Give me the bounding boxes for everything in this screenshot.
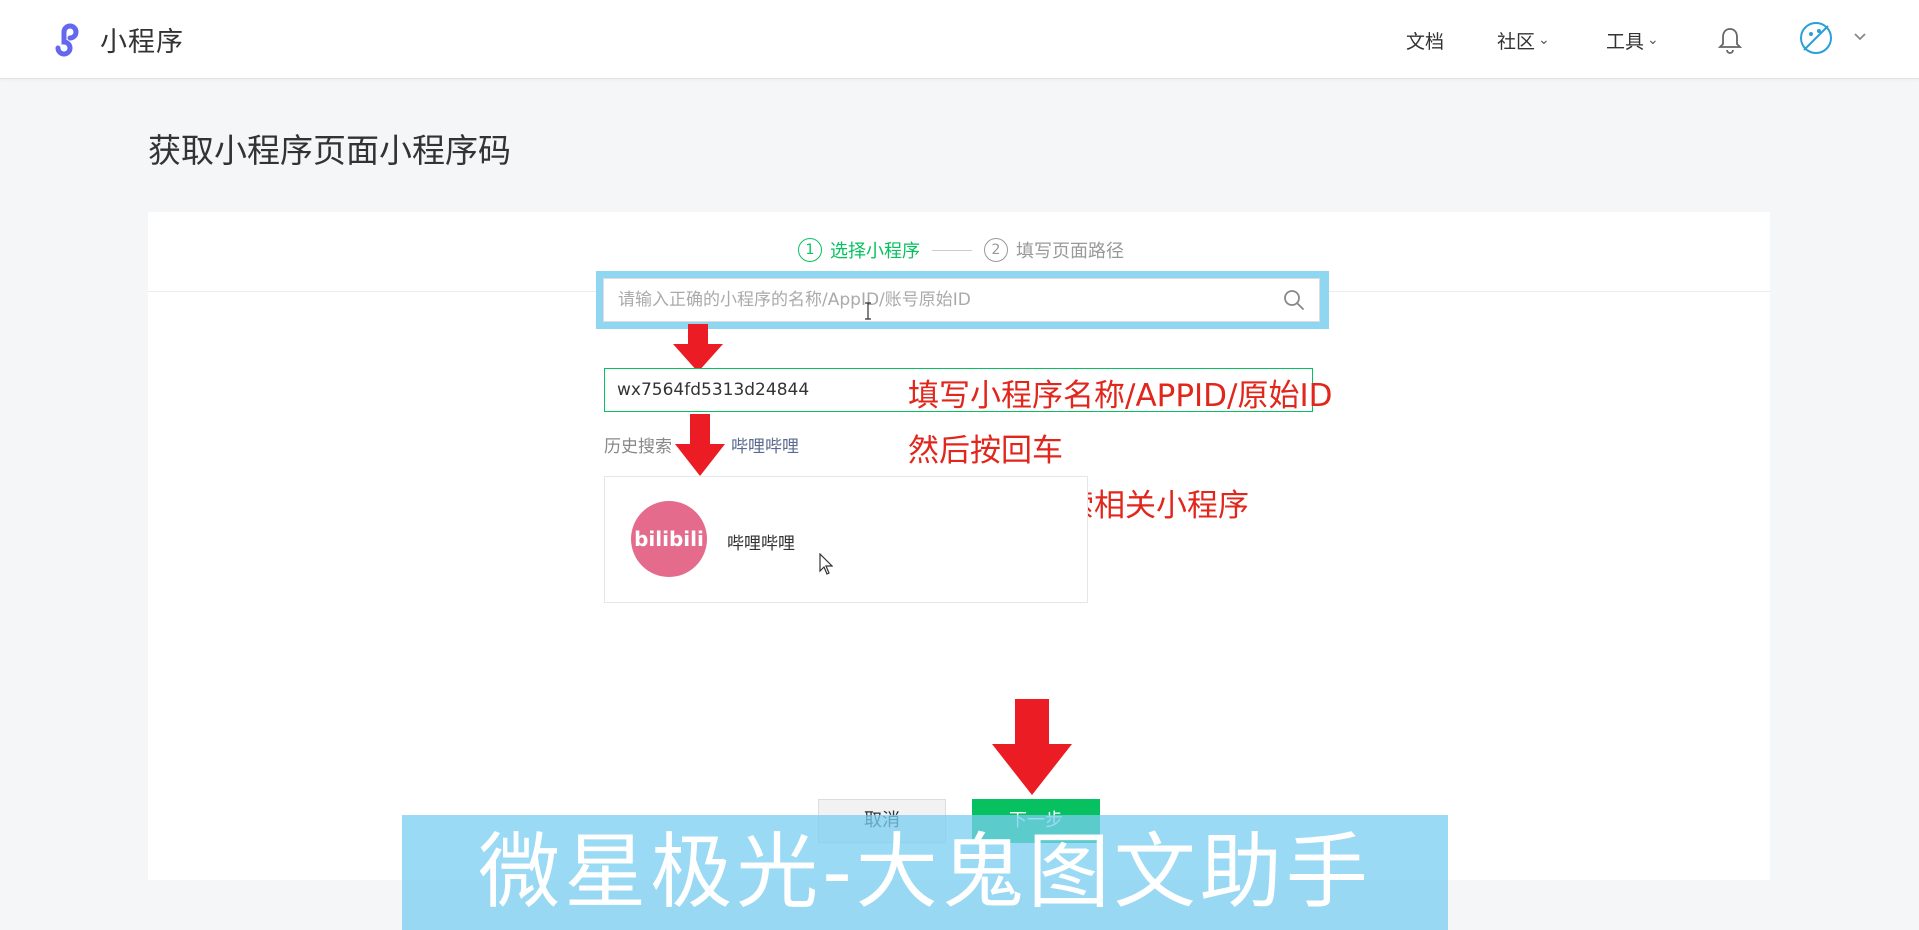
chevron-down-icon: ⌄ xyxy=(1538,32,1550,48)
search-icon[interactable] xyxy=(1283,289,1305,311)
history-item[interactable]: 哔哩哔哩 xyxy=(731,432,799,457)
nav-tools[interactable]: 工具 ⌄ xyxy=(1606,22,1659,58)
step-2-number: 2 xyxy=(984,238,1008,262)
history-label: 历史搜索 xyxy=(604,437,672,457)
bilibili-logo: bilibili xyxy=(631,501,707,577)
miniprogram-logo-icon xyxy=(55,23,79,57)
chevron-down-icon: ⌄ xyxy=(1647,32,1659,48)
step-1: 1 选择小程序 xyxy=(798,237,920,263)
arrow-down-icon xyxy=(673,324,723,372)
logo[interactable]: 小程序 xyxy=(48,18,184,60)
bell-icon[interactable] xyxy=(1717,26,1743,54)
nav-docs[interactable]: 文档 xyxy=(1406,22,1444,58)
annotation-line-2: 然后按回车 xyxy=(908,433,1063,469)
step-1-number: 1 xyxy=(798,238,822,262)
search-result-item[interactable]: bilibili 哔哩哔哩 xyxy=(604,476,1088,603)
arrow-down-icon xyxy=(992,699,1072,795)
step-connector xyxy=(932,249,972,251)
step-1-label: 选择小程序 xyxy=(830,241,920,262)
mouse-cursor-icon xyxy=(819,553,833,575)
step-2: 2 填写页面路径 xyxy=(984,237,1124,263)
page-title: 获取小程序页面小程序码 xyxy=(148,131,511,170)
step-indicator: 1 选择小程序 2 填写页面路径 xyxy=(798,237,1124,263)
search-highlight xyxy=(596,271,1329,329)
nav-community[interactable]: 社区 ⌄ xyxy=(1497,22,1550,58)
search-box[interactable] xyxy=(603,278,1320,322)
top-bar: 小程序 文档 社区 ⌄ 工具 ⌄ xyxy=(0,0,1919,79)
arrow-down-icon xyxy=(675,414,725,476)
text-cursor-icon xyxy=(865,302,871,320)
nav-tools-label: 工具 xyxy=(1606,30,1645,53)
app-name: 小程序 xyxy=(100,26,184,58)
result-name: 哔哩哔哩 xyxy=(727,534,795,554)
nav-community-label: 社区 xyxy=(1497,30,1536,53)
avatar[interactable] xyxy=(1798,20,1834,56)
step-2-label: 填写页面路径 xyxy=(1016,241,1124,262)
nav-docs-label: 文档 xyxy=(1406,30,1445,53)
chevron-down-icon[interactable] xyxy=(1852,29,1868,45)
search-input[interactable] xyxy=(604,279,1283,321)
annotation-line-1: 填写小程序名称/APPID/原始ID xyxy=(908,378,1333,414)
watermark-banner: 微星极光-大鬼图文助手 xyxy=(402,815,1448,930)
